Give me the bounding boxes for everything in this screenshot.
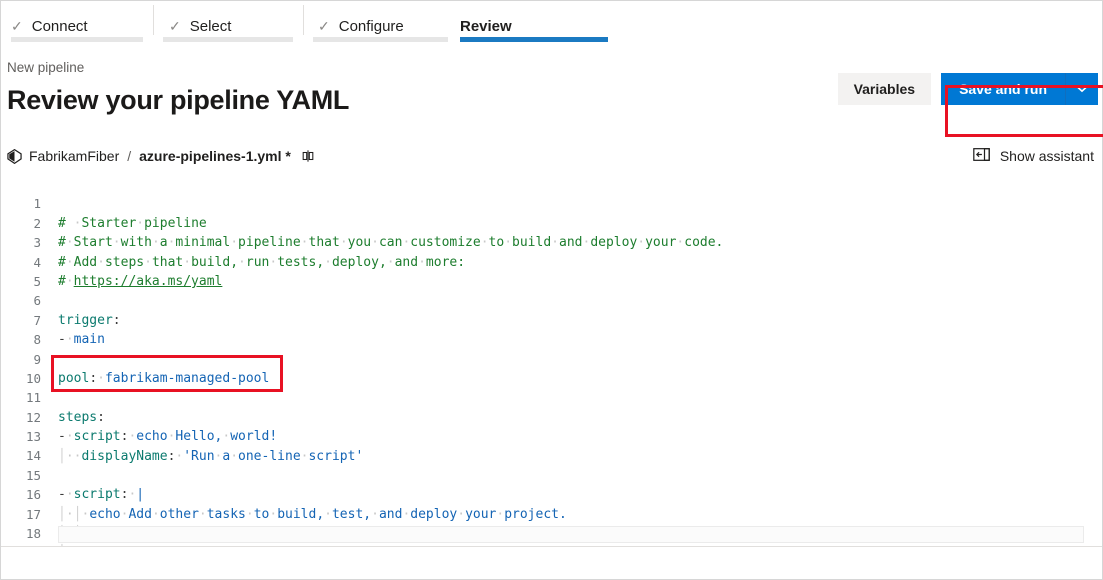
save-and-run-caret-button[interactable] xyxy=(1066,73,1098,105)
yaml-editor[interactable]: 1 # ·Starter·pipeline 2 #·Start·with·a·m… xyxy=(1,175,1102,547)
tab-underline xyxy=(11,37,143,42)
code-line-pool[interactable]: 9 pool:·fabrikam-managed-pool xyxy=(1,330,1102,386)
code-line[interactable]: 6 trigger: xyxy=(1,272,1102,327)
editor-bottom-divider xyxy=(1,546,1102,547)
code-line[interactable]: 17 │·│·echo·See·https://aka.ms/yaml xyxy=(1,485,1102,541)
variables-button[interactable]: Variables xyxy=(837,73,932,105)
tab-connect[interactable]: ✓ Connect xyxy=(1,1,153,45)
file-breadcrumb-bar: FabrikamFiber / azure-pipelines-1.yml * … xyxy=(1,137,1102,175)
page-header: New pipeline Review your pipeline YAML V… xyxy=(1,45,1102,137)
wizard-tab-strip: ✓ Connect ✓ Select ✓ Configure Review xyxy=(1,1,1102,45)
repo-name[interactable]: FabrikamFiber xyxy=(29,148,119,164)
show-panel-icon xyxy=(973,147,990,165)
tab-underline-active xyxy=(460,37,608,42)
compare-changes-icon[interactable] xyxy=(301,149,315,163)
code-line[interactable]: 11 steps: xyxy=(1,369,1102,424)
current-line-highlight xyxy=(58,526,1084,544)
tab-review-label: Review xyxy=(460,17,512,35)
tab-review[interactable]: Review xyxy=(460,1,608,45)
show-assistant-button[interactable]: Show assistant xyxy=(973,147,1094,165)
tab-connect-label: Connect xyxy=(31,17,88,35)
code-line[interactable]: 12 -·script:·echo·Hello,·world! xyxy=(1,388,1102,444)
code-line[interactable]: 8 xyxy=(1,311,1102,347)
check-icon: ✓ xyxy=(11,18,23,34)
breadcrumb-separator: / xyxy=(127,148,132,164)
tab-underline xyxy=(163,37,293,42)
tab-divider xyxy=(153,5,154,35)
code-line[interactable]: 7 -·main xyxy=(1,291,1102,347)
tab-underline xyxy=(313,37,448,42)
check-icon: ✓ xyxy=(318,18,330,34)
show-assistant-label: Show assistant xyxy=(999,148,1094,164)
check-icon: ✓ xyxy=(169,18,181,34)
save-and-run-button[interactable]: Save and run xyxy=(941,73,1065,105)
code-line[interactable]: 18 │·displayName:·'Run·a·multi-line·scri… xyxy=(1,505,1102,547)
tab-configure-label: Configure xyxy=(338,17,404,35)
code-line[interactable]: 3 #·Add·steps·that·build,·run·tests,·dep… xyxy=(1,214,1102,269)
tab-divider xyxy=(303,5,304,35)
code-line-current[interactable]: 19 xyxy=(1,524,1102,547)
chevron-down-icon xyxy=(1076,85,1088,93)
code-line[interactable]: 13 │··displayName:·'Run·a·one-line·scrip… xyxy=(1,408,1102,463)
code-line[interactable]: 4 #·https://aka.ms/yaml xyxy=(1,233,1102,289)
code-line[interactable]: 16 │·│·echo·Add·other·tasks·to·build,·te… xyxy=(1,466,1102,521)
tab-select-label: Select xyxy=(189,17,232,35)
code-line[interactable]: 10 xyxy=(1,350,1102,386)
tab-select[interactable]: ✓ Select xyxy=(153,1,303,45)
code-line[interactable]: 1 # ·Starter·pipeline xyxy=(1,175,1102,230)
save-and-run-split-button: Save and run xyxy=(941,73,1098,105)
header-actions: Variables Save and run xyxy=(837,73,1098,105)
code-line[interactable]: 14 xyxy=(1,427,1102,463)
tab-configure[interactable]: ✓ Configure xyxy=(303,1,458,45)
azure-repos-icon xyxy=(7,148,22,164)
code-line[interactable]: 5 xyxy=(1,253,1102,289)
code-line[interactable]: 2 #·Start·with·a·minimal·pipeline·that·y… xyxy=(1,194,1102,250)
file-name: azure-pipelines-1.yml * xyxy=(139,148,291,164)
code-line[interactable]: 15 -·script:·| xyxy=(1,446,1102,502)
